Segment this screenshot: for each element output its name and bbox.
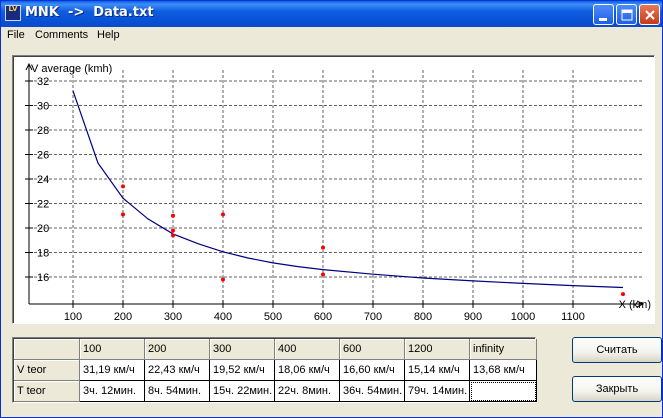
fit-curve — [72, 90, 624, 289]
column-header: 1200 — [405, 339, 470, 360]
y-axis-label: V average (kmh) — [31, 63, 112, 75]
column-header: 100 — [80, 339, 145, 360]
menu-file[interactable]: File — [7, 29, 25, 41]
maximize-button[interactable] — [616, 4, 637, 25]
chart: 16 18 20 22 24 26 28 30 32 100 200 300 400 500 600 700 8… — [25, 62, 651, 323]
table-cell[interactable]: 15,14 км/ч — [405, 360, 470, 381]
column-header: 600 — [340, 339, 405, 360]
data-point — [621, 292, 625, 297]
minimize-icon — [599, 18, 607, 21]
close-button[interactable]: Закрыть — [572, 376, 662, 402]
column-header: 400 — [275, 339, 340, 360]
close-icon — [645, 10, 655, 20]
table-cell[interactable] — [470, 381, 537, 402]
table-cell[interactable]: 13,68 км/ч — [470, 360, 537, 381]
menu-help[interactable]: Help — [97, 29, 120, 41]
x-tick-label: 1100 — [561, 311, 585, 323]
column-header: infinity — [470, 339, 537, 360]
y-tick-label: 28 — [37, 125, 49, 137]
x-tick-label: 400 — [214, 311, 232, 323]
data-point — [321, 272, 325, 277]
table-cell[interactable]: 19,52 км/ч — [210, 360, 275, 381]
x-tick-label: 800 — [414, 311, 432, 323]
data-point — [171, 213, 175, 218]
table-cell[interactable]: 8ч. 54мин. — [145, 381, 210, 402]
table-cell[interactable]: 36ч. 54мин. — [340, 381, 405, 402]
table-cell[interactable]: 16,60 км/ч — [340, 360, 405, 381]
table-cell[interactable]: 31,19 км/ч — [80, 360, 145, 381]
x-tick-label: 100 — [64, 311, 82, 323]
table-cell[interactable]: 22ч. 8мин. — [275, 381, 340, 402]
row-header: T teor — [14, 381, 80, 402]
data-point — [171, 228, 175, 233]
table-corner — [14, 339, 80, 360]
x-tick-label: 300 — [164, 311, 182, 323]
x-tick-label: 700 — [364, 311, 382, 323]
row-header: V teor — [14, 360, 80, 381]
chart-panel: 16 18 20 22 24 26 28 30 32 100 200 300 400 500 600 700 8… — [12, 55, 655, 324]
data-point — [221, 212, 225, 217]
table-cell[interactable]: 22,43 км/ч — [145, 360, 210, 381]
data-point — [121, 184, 125, 189]
results-table: 100 200 300 400 600 1200 infinity V teor 31,19 к… — [12, 337, 537, 403]
table-cell[interactable]: 79ч. 14мин. — [405, 381, 470, 402]
x-tick-label: 900 — [464, 311, 482, 323]
x-tick-label: 1000 — [511, 311, 535, 323]
close-window-button[interactable] — [639, 4, 660, 25]
y-tick-label: 30 — [37, 101, 49, 113]
menu-comments[interactable]: Comments — [35, 29, 88, 41]
y-tick-label: 22 — [37, 199, 49, 211]
x-tick-label: 600 — [314, 311, 332, 323]
data-point — [171, 233, 175, 238]
app-icon[interactable]: LV — [5, 5, 21, 21]
data-point — [221, 277, 225, 282]
column-header: 300 — [210, 339, 275, 360]
y-tick-label: 16 — [37, 272, 49, 284]
data-point — [321, 245, 325, 250]
table-cell[interactable]: 18,06 км/ч — [275, 360, 340, 381]
table-cell[interactable]: 3ч. 12мин. — [80, 381, 145, 402]
title-bar[interactable]: LV MNK -> Data.txt — [1, 1, 662, 27]
y-tick-label: 24 — [37, 174, 49, 186]
x-tick-label: 500 — [264, 311, 282, 323]
menu-bar: File Comments Help — [1, 27, 662, 46]
table-cell[interactable]: 15ч. 22мин. — [210, 381, 275, 402]
x-axis-label: X (km) — [619, 299, 651, 311]
minimize-button[interactable] — [593, 4, 614, 25]
data-point — [121, 212, 125, 217]
maximize-icon — [621, 9, 633, 21]
y-tick-label: 26 — [37, 150, 49, 162]
app-window: LV MNK -> Data.txt File Comments Help 16… — [0, 0, 663, 418]
column-header: 200 — [145, 339, 210, 360]
y-tick-label: 20 — [37, 223, 49, 235]
calculate-button[interactable]: Считать — [572, 337, 662, 363]
x-tick-label: 200 — [114, 311, 132, 323]
y-tick-label: 32 — [37, 76, 49, 88]
window-title: MNK -> Data.txt — [25, 5, 154, 20]
y-tick-label: 18 — [37, 248, 49, 260]
